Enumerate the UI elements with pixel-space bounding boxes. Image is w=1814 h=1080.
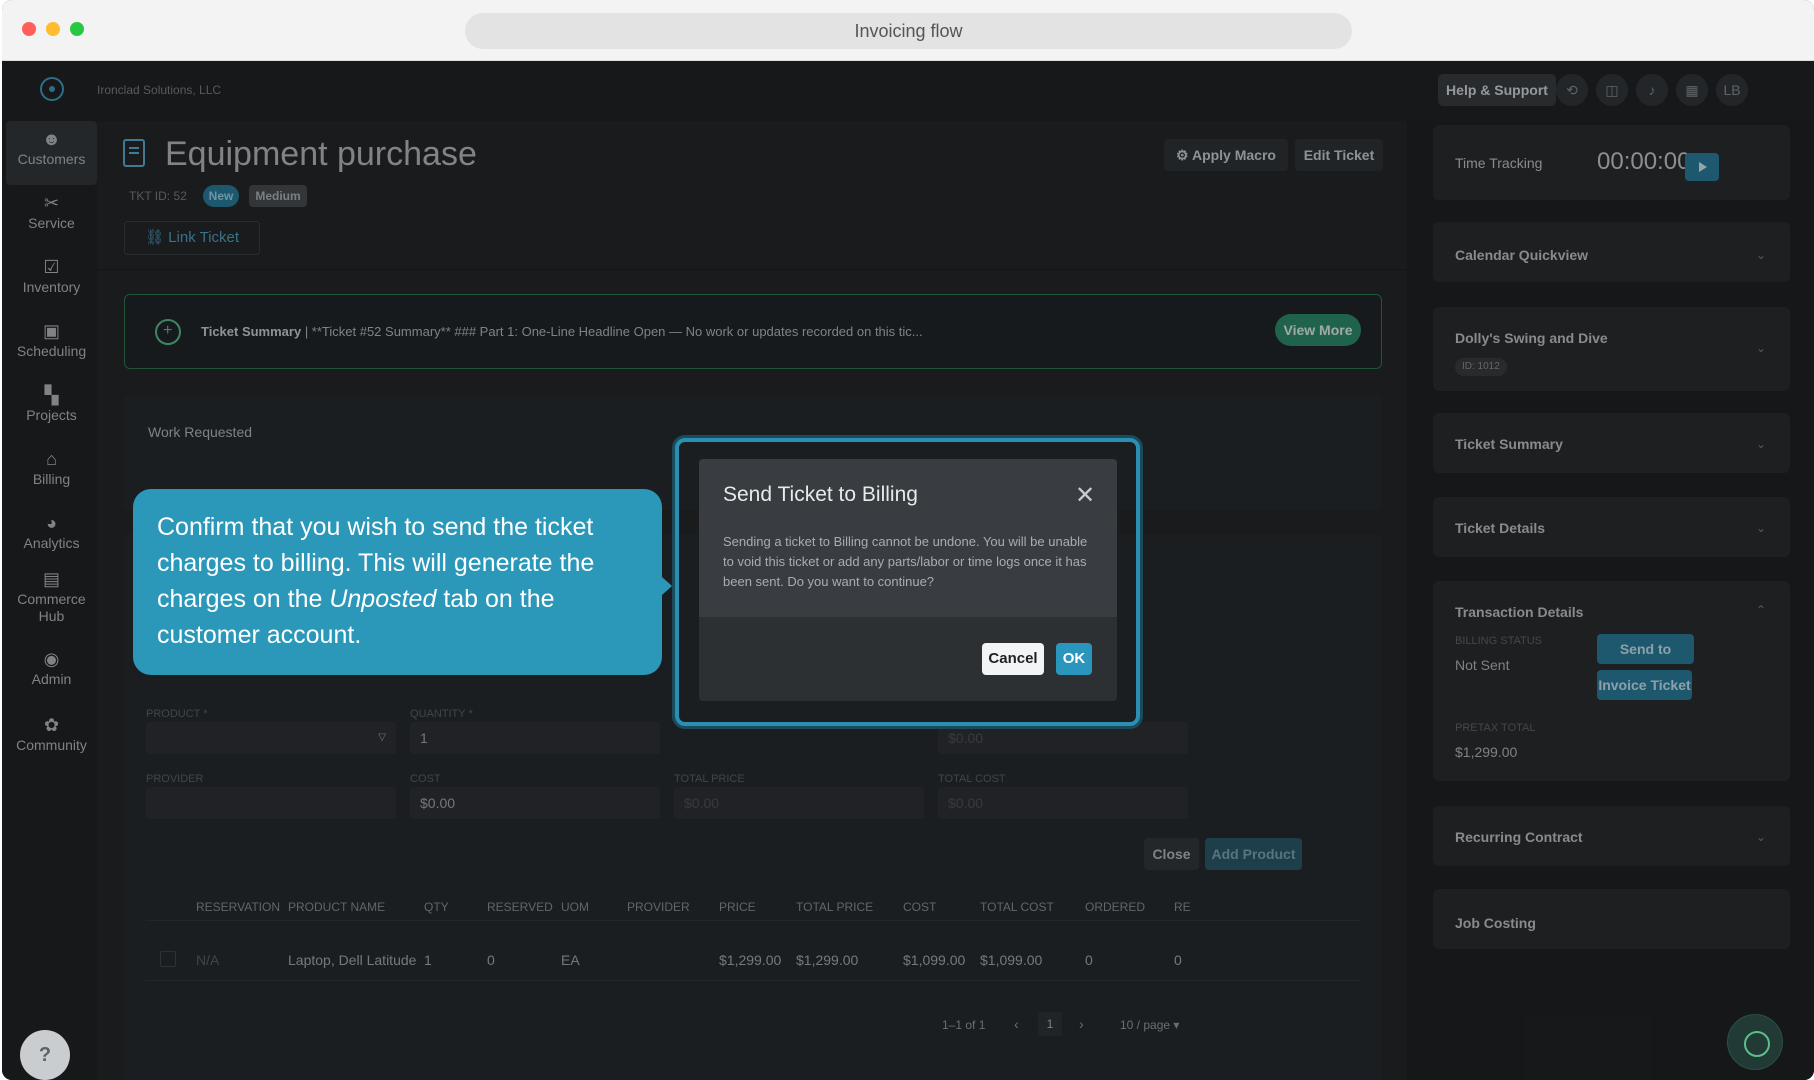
minimize-window-button[interactable] bbox=[46, 22, 60, 36]
modal-content: Send Ticket to Billing ✕ Sending a ticke… bbox=[699, 459, 1117, 617]
cancel-button[interactable]: Cancel bbox=[982, 643, 1044, 675]
browser-titlebar: Invoicing flow bbox=[2, 0, 1814, 61]
close-window-button[interactable] bbox=[22, 22, 36, 36]
send-to-billing-modal: Send Ticket to Billing ✕ Sending a ticke… bbox=[699, 459, 1117, 701]
walkthrough-tooltip: Confirm that you wish to send the ticket… bbox=[133, 489, 672, 675]
ai-assistant-icon[interactable] bbox=[1727, 1014, 1783, 1070]
modal-body: Sending a ticket to Billing cannot be un… bbox=[723, 534, 1088, 589]
ok-button[interactable]: OK bbox=[1056, 643, 1092, 675]
address-bar[interactable]: Invoicing flow bbox=[465, 13, 1352, 49]
close-icon[interactable]: ✕ bbox=[1075, 481, 1095, 510]
modal-title: Send Ticket to Billing bbox=[723, 483, 918, 506]
app-window: Invoicing flow Ironclad Solutions, LLC H… bbox=[2, 0, 1814, 1080]
maximize-window-button[interactable] bbox=[70, 22, 84, 36]
help-button[interactable]: ? bbox=[20, 1030, 70, 1080]
tooltip-emphasis: Unposted bbox=[329, 585, 437, 613]
